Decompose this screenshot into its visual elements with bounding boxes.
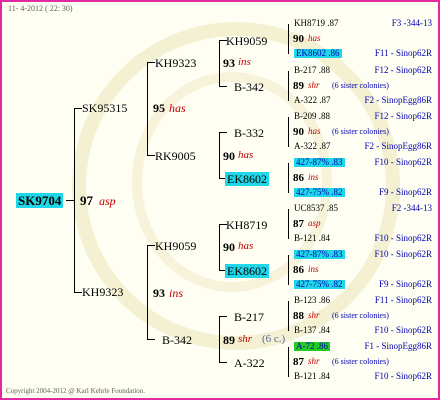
g3-b2-num: 86 <box>293 172 304 184</box>
g3-a1-id: KH9059 <box>226 34 268 48</box>
g4-id: B-121 .84 <box>294 233 330 243</box>
g4-id: B-137 .84 <box>294 325 330 335</box>
dam-race: ins <box>169 286 184 300</box>
dam-id: KH9323 <box>82 285 124 299</box>
g4-id: A-322 .87 <box>294 141 331 151</box>
g4-id: B-209 .88 <box>294 111 330 121</box>
g2-c-num: 90 <box>223 240 235 254</box>
pedigree-chart: 11- 4-2012 ( 22: 30) Copyright 2004-2012… <box>0 0 440 400</box>
g2-b-num: 90 <box>223 149 235 163</box>
g3-c1-num: 87 <box>293 218 304 230</box>
g4-id: KH8719 .87 <box>294 18 339 28</box>
g3-d1-id: B-217 <box>234 310 264 324</box>
g2-c-id: KH9059 <box>155 239 197 253</box>
root-race: asp <box>99 194 116 208</box>
g4-line: F10 - Sinop62R <box>374 157 432 167</box>
g3-b1-race: has <box>308 126 321 136</box>
dam-num: 93 <box>153 286 165 300</box>
g3-a2-note: (6 sister colonies) <box>332 81 389 90</box>
sire-num: 95 <box>153 101 165 115</box>
g4-line: F2 -344-13 <box>391 203 432 213</box>
g2-a-race: ins <box>238 56 251 68</box>
report-date: 11- 4-2012 ( 22: 30) <box>8 4 73 13</box>
g2-a-num: 93 <box>223 56 235 70</box>
g3-b2-race: ins <box>308 172 319 182</box>
sire-race: has <box>169 101 186 115</box>
g4-line: F9 - Sinop62R <box>378 279 432 289</box>
g4-line: F11 - Sinop62R <box>374 295 432 305</box>
g4-line: F11 - Sinop62R <box>374 48 432 58</box>
g3-b1-id: B-332 <box>234 126 264 140</box>
g2-b-race: has <box>238 149 254 161</box>
g4-id: 427-87% .83 <box>294 249 345 259</box>
g4-id: B-217 .88 <box>294 65 330 75</box>
g4-line: F10 - Sinop62R <box>374 371 432 381</box>
root-num: 97 <box>80 193 93 208</box>
g3-c2-race: ins <box>308 264 319 274</box>
g4-line: F12 - Sinop62R <box>374 65 432 75</box>
g4-id: 427-75% .82 <box>294 187 345 197</box>
g3-b2-id: EK8602 <box>225 172 269 186</box>
g2-a-id: KH9323 <box>155 56 197 70</box>
g3-d2-note: (6 sister colonies) <box>332 357 389 366</box>
g4-id: B-121 .84 <box>294 371 330 381</box>
g4-line: F12 - Sinop62R <box>374 111 432 121</box>
g3-d1-note: (6 sister colonies) <box>332 311 389 320</box>
g4-line: F2 - SinopEgg86R <box>364 141 432 151</box>
g3-d2-id: A-322 <box>234 356 265 370</box>
g4-line: F9 - Sinop62R <box>378 187 432 197</box>
copyright: Copyright 2004-2012 @ Karl Kehrle Founda… <box>6 387 146 395</box>
g2-d-id: B-342 <box>162 333 192 347</box>
g4-line: F3 -344-13 <box>391 18 432 28</box>
g4-line: F10 - Sinop62R <box>374 249 432 259</box>
g3-a2-race: shr <box>308 80 320 90</box>
g3-a2-num: 89 <box>293 80 304 92</box>
g3-d1-num: 88 <box>293 310 304 322</box>
g3-a1-race: has <box>308 33 321 43</box>
root-id: SK9704 <box>16 193 64 208</box>
g3-b1-num: 90 <box>293 126 304 138</box>
g3-c1-id: KH8719 <box>226 218 268 232</box>
g4-id: A-72 .86 <box>294 341 330 351</box>
g3-d2-race: shr <box>308 356 320 366</box>
g4-line: F1 - SinopEgg86R <box>364 341 432 351</box>
g2-d-race: shr <box>238 333 253 345</box>
g3-c2-num: 86 <box>293 264 304 276</box>
g4-id: A-322 .87 <box>294 95 331 105</box>
g4-line: F10 - Sinop62R <box>374 233 432 243</box>
g3-b1-note: (6 sister colonies) <box>332 127 389 136</box>
g2-d-note: (6 c.) <box>262 333 286 345</box>
g2-c-race: has <box>238 240 254 252</box>
g4-line: F10 - Sinop62R <box>374 325 432 335</box>
g4-id: UC8537 .85 <box>294 203 339 213</box>
g4-id: 427-87% .83 <box>294 157 345 167</box>
g3-c2-id: EK8602 <box>225 264 269 278</box>
g4-id: 427-75% .82 <box>294 279 345 289</box>
sire-id: SK95315 <box>82 101 128 115</box>
g3-c1-race: asp <box>308 218 321 228</box>
g4-id: EK8602 .86 <box>294 48 342 58</box>
g2-b-id: RK9005 <box>155 149 196 163</box>
g3-a2-id: B-342 <box>234 80 264 94</box>
g2-d-num: 89 <box>223 333 235 347</box>
g3-a1-num: 90 <box>293 33 304 45</box>
g3-d1-race: shr <box>308 310 320 320</box>
g3-d2-num: 87 <box>293 356 304 368</box>
g4-line: F2 - SinopEgg86R <box>364 95 432 105</box>
g4-id: B-123 .86 <box>294 295 330 305</box>
